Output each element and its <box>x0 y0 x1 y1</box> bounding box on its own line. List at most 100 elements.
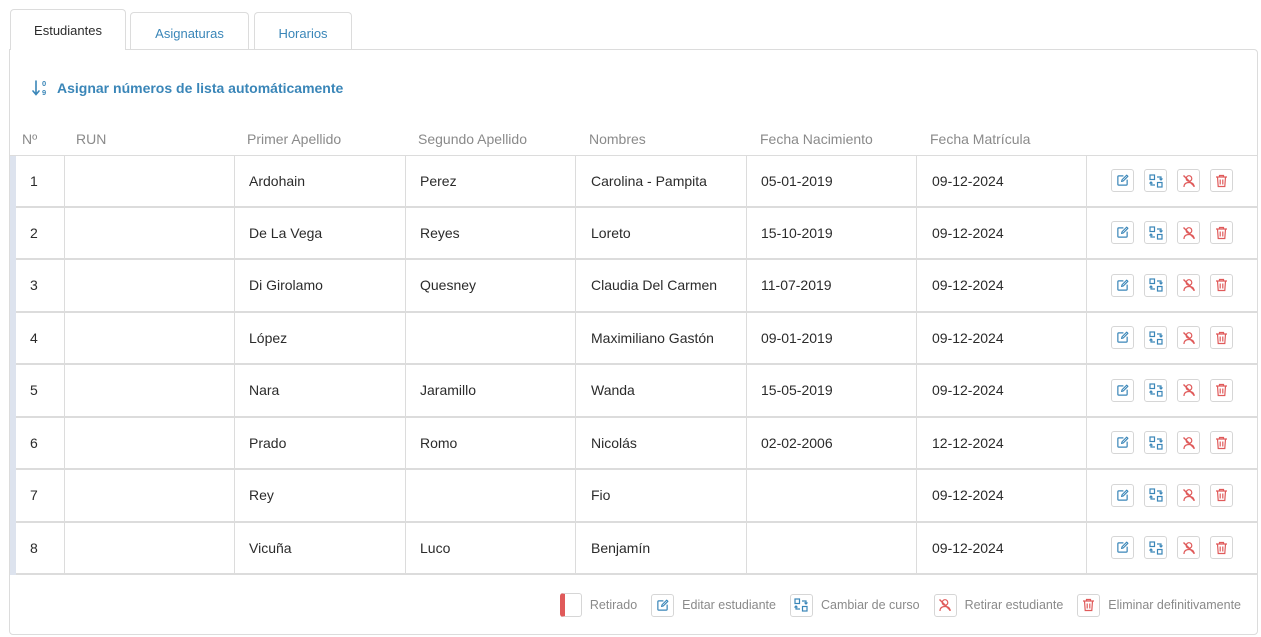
cell-divider <box>916 312 917 363</box>
row-actions <box>1111 260 1233 311</box>
legend-editar: Editar estudiante <box>651 593 776 617</box>
switch-course-icon[interactable] <box>1144 536 1167 560</box>
edit-icon[interactable] <box>1111 169 1134 193</box>
row-actions <box>1111 156 1233 206</box>
switch-course-icon[interactable] <box>1144 483 1167 507</box>
cell-divider <box>64 470 65 521</box>
row-actions <box>1111 470 1233 521</box>
tab-asignaturas[interactable]: Asignaturas <box>130 12 249 49</box>
cell-nombres: Benjamín <box>591 539 651 556</box>
cell-divider <box>916 522 917 573</box>
cell-divider <box>405 156 406 206</box>
trash-icon[interactable] <box>1210 378 1233 402</box>
switch-course-icon[interactable] <box>1144 221 1167 245</box>
cell-divider <box>64 312 65 363</box>
cell-divider <box>234 470 235 521</box>
cell-segundo-apellido: Perez <box>420 172 457 189</box>
switch-course-icon[interactable] <box>1144 169 1167 193</box>
cell-primer-apellido: Rey <box>249 487 274 504</box>
trash-icon[interactable] <box>1210 431 1233 455</box>
withdraw-user-icon <box>933 593 957 617</box>
cell-fecha-nacimiento: 02-02-2006 <box>761 434 833 451</box>
run-cell-redacted <box>75 156 192 206</box>
trash-icon[interactable] <box>1210 273 1233 297</box>
trash-icon[interactable] <box>1210 326 1233 350</box>
row-actions <box>1111 418 1233 469</box>
withdraw-user-icon[interactable] <box>1177 221 1200 245</box>
legend-eliminar-label: Eliminar definitivamente <box>1108 598 1241 612</box>
cell-divider <box>746 470 747 521</box>
edit-icon[interactable] <box>1111 273 1134 297</box>
withdraw-user-icon[interactable] <box>1177 483 1200 507</box>
edit-icon <box>651 593 675 617</box>
cell-nombres: Wanda <box>591 382 635 399</box>
switch-course-icon[interactable] <box>1144 273 1167 297</box>
cell-nombres: Fio <box>591 487 611 504</box>
cell-divider <box>64 156 65 206</box>
row-actions <box>1111 208 1233 259</box>
cell-divider <box>746 365 747 416</box>
switch-course-icon[interactable] <box>1144 431 1167 455</box>
edit-icon[interactable] <box>1111 483 1134 507</box>
cell-segundo-apellido: Jaramillo <box>420 382 477 399</box>
cell-numero: 6 <box>30 434 38 451</box>
cell-segundo-apellido: Reyes <box>420 224 460 241</box>
cell-divider <box>916 260 917 311</box>
withdraw-user-icon[interactable] <box>1177 378 1200 402</box>
cell-divider <box>1086 156 1087 206</box>
cell-primer-apellido: Prado <box>249 434 287 451</box>
edit-icon[interactable] <box>1111 326 1134 350</box>
cell-nombres: Maximiliano Gastón <box>591 329 714 346</box>
cell-segundo-apellido: Luco <box>420 539 451 556</box>
legend: Retirado Editar estudiante Cambiar de cu… <box>554 592 1241 618</box>
legend-cambiar: Cambiar de curso <box>789 593 920 617</box>
run-cell-redacted <box>75 207 192 258</box>
table-row: 1 Ardohain Perez Carolina - Pampita 05-01-20… <box>10 155 1258 208</box>
col-numero: Nº <box>22 131 38 147</box>
col-primer-apellido: Primer Apellido <box>247 131 342 147</box>
cell-numero: 4 <box>30 329 38 346</box>
tab-horarios[interactable]: Horarios <box>254 12 352 49</box>
table-row: 3 Di Girolamo Quesney Claudia Del Carmen 11-… <box>10 260 1258 313</box>
legend-eliminar: Eliminar definitivamente <box>1077 593 1241 617</box>
trash-icon[interactable] <box>1210 169 1233 193</box>
withdraw-user-icon[interactable] <box>1177 169 1200 193</box>
edit-icon[interactable] <box>1111 431 1134 455</box>
withdraw-user-icon[interactable] <box>1177 536 1200 560</box>
switch-course-icon[interactable] <box>1144 326 1167 350</box>
cell-nombres: Loreto <box>591 224 631 241</box>
cell-fecha-nacimiento: 05-01-2019 <box>761 172 833 189</box>
row-actions <box>1111 313 1233 364</box>
cell-divider <box>1086 312 1087 363</box>
cell-primer-apellido: Di Girolamo <box>249 277 323 294</box>
trash-icon[interactable] <box>1210 221 1233 245</box>
cell-segundo-apellido: Quesney <box>420 277 477 294</box>
cell-nombres: Carolina - Pampita <box>591 172 707 189</box>
svg-text:0: 0 <box>42 79 46 88</box>
trash-icon[interactable] <box>1210 483 1233 507</box>
trash-icon[interactable] <box>1210 536 1233 560</box>
cell-fecha-matricula: 09-12-2024 <box>932 277 1004 294</box>
withdraw-user-icon[interactable] <box>1177 431 1200 455</box>
edit-icon[interactable] <box>1111 221 1134 245</box>
edit-icon[interactable] <box>1111 378 1134 402</box>
assign-list-numbers-link[interactable]: 0 9 Asignar números de lista automáticam… <box>32 77 343 99</box>
cell-divider <box>405 260 406 311</box>
run-cell-redacted <box>75 260 192 311</box>
cell-numero: 3 <box>30 277 38 294</box>
edit-icon[interactable] <box>1111 536 1134 560</box>
cell-divider <box>1086 417 1087 468</box>
withdraw-user-icon[interactable] <box>1177 326 1200 350</box>
withdraw-user-icon[interactable] <box>1177 273 1200 297</box>
cell-divider <box>575 156 576 206</box>
cell-fecha-matricula: 09-12-2024 <box>932 172 1004 189</box>
switch-course-icon <box>789 593 813 617</box>
cell-numero: 2 <box>30 224 38 241</box>
cell-divider <box>405 522 406 573</box>
cell-divider <box>234 312 235 363</box>
run-cell-redacted <box>75 417 192 468</box>
tab-estudiantes[interactable]: Estudiantes <box>10 9 126 50</box>
switch-course-icon[interactable] <box>1144 378 1167 402</box>
table-row: 2 De La Vega Reyes Loreto 15-10-2019 09-12-20… <box>10 207 1258 260</box>
col-segundo-apellido: Segundo Apellido <box>418 131 527 147</box>
